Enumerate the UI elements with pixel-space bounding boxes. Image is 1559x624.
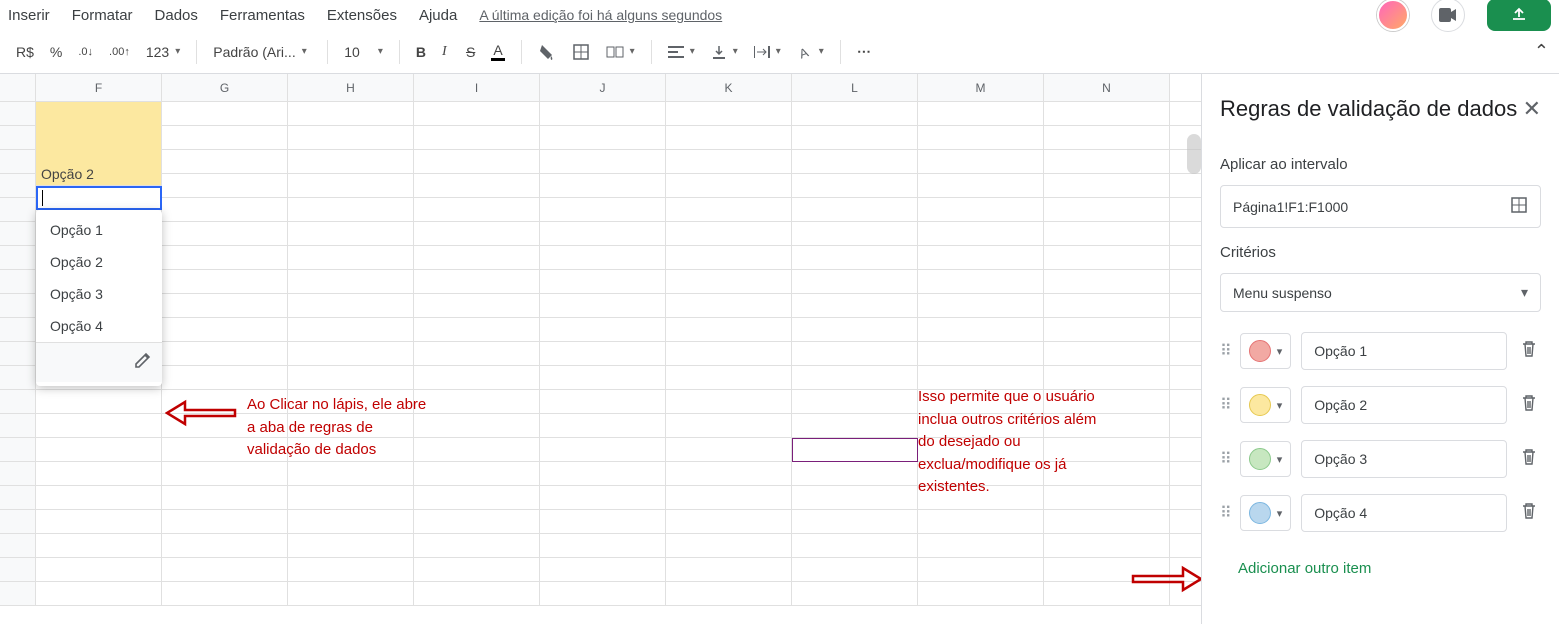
menu-ajuda[interactable]: Ajuda	[419, 7, 457, 24]
drag-handle-icon[interactable]: ⠿	[1220, 395, 1230, 415]
option-input-4[interactable]: Opção 4	[1301, 494, 1507, 532]
option-row-2: ⠿ ▾ Opção 2	[1220, 386, 1541, 424]
menu-inserir[interactable]: Inserir	[8, 7, 50, 24]
menu-bar: Inserir Formatar Dados Ferramentas Exten…	[0, 0, 1559, 30]
text-cursor	[42, 190, 43, 206]
currency-format[interactable]: R$	[10, 40, 40, 64]
percent-format[interactable]: %	[44, 40, 68, 64]
option-row-3: ⠿ ▾ Opção 3	[1220, 440, 1541, 478]
vertical-scrollbar[interactable]	[1187, 134, 1201, 174]
cell-f1-value: Opção 2	[41, 166, 94, 182]
italic-button[interactable]: I	[436, 40, 456, 64]
select-all-corner[interactable]	[0, 74, 36, 101]
option-input-2[interactable]: Opção 2	[1301, 386, 1507, 424]
criteria-dropdown[interactable]: Menu suspenso ▾	[1220, 273, 1541, 312]
menu-dados[interactable]: Dados	[155, 7, 198, 24]
data-validation-panel: Regras de validação de dados ✕ Aplicar a…	[1201, 74, 1559, 624]
avatar[interactable]	[1377, 0, 1409, 31]
annotation-arrow-right	[1128, 562, 1201, 597]
col-header-h[interactable]: H	[288, 74, 414, 101]
trash-icon[interactable]	[1517, 390, 1541, 421]
close-icon[interactable]: ✕	[1523, 96, 1541, 122]
font-family[interactable]: Padrão (Ari...▾	[207, 40, 317, 64]
annotation-purple-box	[792, 438, 918, 462]
col-header-i[interactable]: I	[414, 74, 540, 101]
cell-f1[interactable]: Opção 2	[36, 102, 162, 186]
col-header-m[interactable]: M	[918, 74, 1044, 101]
col-header-n[interactable]: N	[1044, 74, 1170, 101]
rotate[interactable]: A▾	[791, 40, 830, 64]
color-picker-3[interactable]: ▾	[1240, 441, 1292, 477]
wrap[interactable]: ▾	[748, 41, 787, 63]
dropdown-option-1[interactable]: Opção 1	[36, 214, 162, 246]
color-chip-yellow	[1249, 394, 1271, 416]
range-input[interactable]: Página1!F1:F1000	[1220, 185, 1541, 228]
merge-cells[interactable]: ▾	[600, 39, 641, 65]
borders[interactable]	[566, 39, 596, 65]
chevron-down-icon: ▾	[1521, 284, 1528, 301]
grid[interactable]: Opção 2 Opção 1 Opção 2 Opção 3 Opção 4	[0, 102, 1201, 606]
color-chip-red	[1249, 340, 1271, 362]
option-input-3[interactable]: Opção 3	[1301, 440, 1507, 478]
menu-formatar[interactable]: Formatar	[72, 7, 133, 24]
validation-dropdown: Opção 1 Opção 2 Opção 3 Opção 4	[36, 210, 162, 386]
apply-range-label: Aplicar ao intervalo	[1220, 156, 1541, 173]
col-header-j[interactable]: J	[540, 74, 666, 101]
col-header-k[interactable]: K	[666, 74, 792, 101]
panel-title: Regras de validação de dados	[1220, 96, 1517, 122]
trash-icon[interactable]	[1517, 336, 1541, 367]
color-chip-green	[1249, 448, 1271, 470]
strike-button[interactable]: S	[460, 40, 481, 64]
option-row-4: ⠿ ▾ Opção 4	[1220, 494, 1541, 532]
more-tools[interactable]: ⋯	[851, 39, 879, 64]
spreadsheet-area[interactable]: F G H I J K L M N	[0, 74, 1201, 624]
last-edit-info[interactable]: A última edição foi há alguns segundos	[479, 7, 722, 23]
toolbar: R$ % .0↓ .00↑ 123▾ Padrão (Ari...▾ 10▾ B…	[0, 30, 1559, 74]
menu-extensoes[interactable]: Extensões	[327, 7, 397, 24]
drag-handle-icon[interactable]: ⠿	[1220, 341, 1230, 361]
share-button[interactable]	[1487, 0, 1551, 31]
option-input-1[interactable]: Opção 1	[1301, 332, 1507, 370]
font-size[interactable]: 10▾	[338, 40, 389, 64]
dropdown-option-3[interactable]: Opção 3	[36, 278, 162, 310]
annotation-arrow-left	[165, 396, 240, 431]
color-picker-2[interactable]: ▾	[1240, 387, 1292, 423]
criteria-label: Critérios	[1220, 244, 1541, 261]
annotation-text-left: Ao Clicar no lápis, ele abre a aba de re…	[247, 394, 437, 462]
svg-text:A: A	[797, 44, 811, 60]
grid-select-icon[interactable]	[1510, 196, 1528, 217]
meet-icon[interactable]	[1431, 0, 1465, 32]
range-value: Página1!F1:F1000	[1233, 199, 1348, 215]
col-header-g[interactable]: G	[162, 74, 288, 101]
text-color[interactable]: A	[485, 38, 510, 65]
cell-f2-editing[interactable]	[36, 186, 162, 210]
annotation-text-right: Isso permite que o usuário inclua outros…	[918, 386, 1108, 499]
pencil-icon[interactable]	[134, 351, 152, 374]
v-align[interactable]: ▾	[705, 40, 744, 64]
option-row-1: ⠿ ▾ Opção 1	[1220, 332, 1541, 370]
add-item-button[interactable]: Adicionar outro item	[1220, 548, 1389, 589]
number-format[interactable]: 123▾	[140, 40, 186, 64]
increase-decimal[interactable]: .00↑	[103, 42, 136, 62]
dropdown-option-4[interactable]: Opção 4	[36, 310, 162, 342]
h-align[interactable]: ▾	[662, 41, 701, 63]
dropdown-option-2[interactable]: Opção 2	[36, 246, 162, 278]
fill-color[interactable]	[532, 39, 562, 65]
col-header-l[interactable]: L	[792, 74, 918, 101]
bold-button[interactable]: B	[410, 40, 432, 64]
trash-icon[interactable]	[1517, 498, 1541, 529]
color-chip-blue	[1249, 502, 1271, 524]
criteria-value: Menu suspenso	[1233, 285, 1332, 301]
drag-handle-icon[interactable]: ⠿	[1220, 449, 1230, 469]
trash-icon[interactable]	[1517, 444, 1541, 475]
color-picker-1[interactable]: ▾	[1240, 333, 1292, 369]
decrease-decimal[interactable]: .0↓	[72, 42, 99, 62]
column-headers: F G H I J K L M N	[0, 74, 1201, 102]
drag-handle-icon[interactable]: ⠿	[1220, 503, 1230, 523]
color-picker-4[interactable]: ▾	[1240, 495, 1292, 531]
collapse-toolbar[interactable]: ⌃	[1534, 41, 1549, 62]
menu-ferramentas[interactable]: Ferramentas	[220, 7, 305, 24]
col-header-f[interactable]: F	[36, 74, 162, 101]
